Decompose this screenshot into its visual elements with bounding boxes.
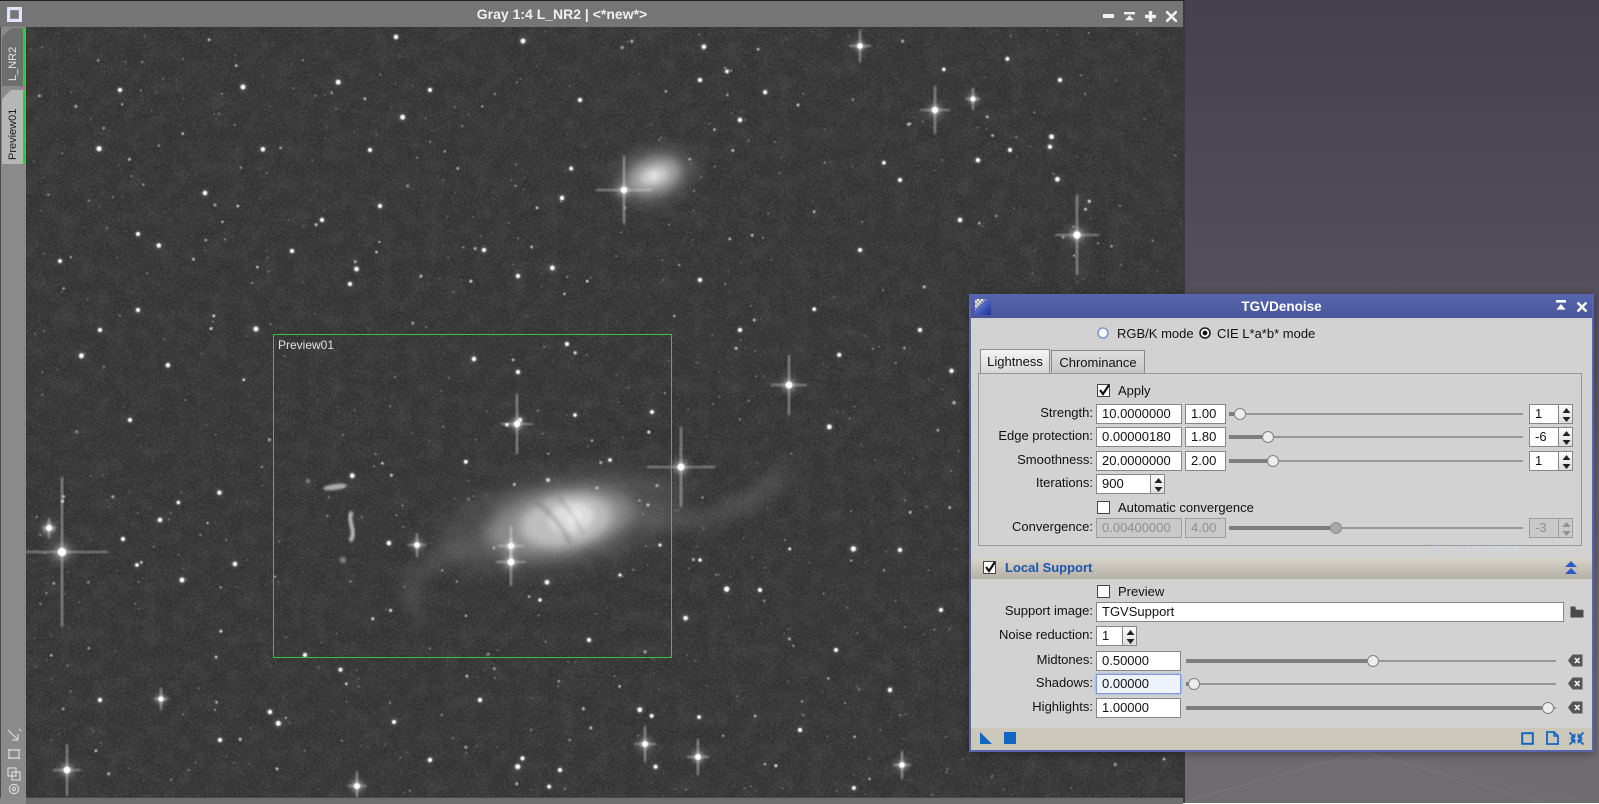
svg-text:Preview01: Preview01 <box>278 338 334 352</box>
